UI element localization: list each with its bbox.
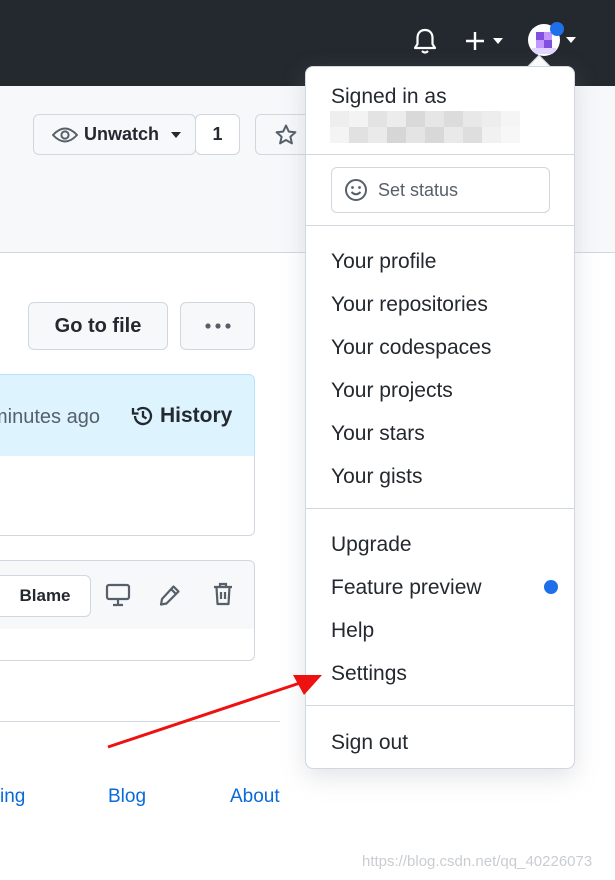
menu-item-repositories[interactable]: Your repositories — [331, 293, 488, 317]
latest-commit-bar: minutes ago History — [0, 374, 255, 457]
trash-icon[interactable] — [211, 581, 235, 607]
kebab-horizontal-icon — [204, 323, 231, 329]
go-to-file-label: Go to file — [54, 314, 142, 337]
feature-preview-indicator — [544, 580, 558, 594]
menu-item-sign-out[interactable]: Sign out — [331, 731, 408, 755]
menu-divider — [306, 154, 574, 155]
star-icon — [275, 124, 297, 144]
footer-link-about[interactable]: About — [230, 786, 280, 808]
menu-item-help[interactable]: Help — [331, 619, 374, 643]
menu-divider — [306, 508, 574, 509]
user-dropdown-menu: Signed in as Set status Your profile You… — [305, 66, 575, 769]
menu-item-profile[interactable]: Your profile — [331, 250, 436, 274]
history-label: History — [160, 404, 233, 427]
history-link[interactable]: History — [130, 403, 232, 429]
commit-details — [0, 456, 255, 536]
smiley-icon — [345, 179, 367, 201]
unwatch-button[interactable]: Unwatch — [33, 114, 196, 155]
footer-link-blog[interactable]: Blog — [108, 786, 146, 808]
eye-icon — [52, 127, 78, 142]
pencil-icon[interactable] — [158, 583, 182, 607]
history-icon — [131, 406, 153, 426]
footer-link-partial[interactable]: ing — [0, 786, 25, 808]
menu-item-stars[interactable]: Your stars — [331, 422, 425, 446]
watermark: https://blog.csdn.net/qq_40226073 — [362, 853, 593, 870]
bell-icon — [413, 28, 437, 54]
set-status-button[interactable]: Set status — [331, 167, 550, 213]
blame-label: Blame — [19, 586, 71, 605]
menu-item-settings[interactable]: Settings — [331, 662, 407, 686]
unwatch-label: Unwatch — [84, 124, 160, 144]
desktop-icon[interactable] — [105, 583, 131, 607]
chevron-down-icon — [171, 131, 182, 138]
chevron-down-icon — [493, 38, 503, 44]
blame-button[interactable]: Blame — [0, 575, 91, 617]
annotation-arrow — [107, 675, 322, 749]
menu-divider — [306, 705, 574, 706]
notifications-button[interactable] — [410, 26, 440, 56]
menu-item-feature-preview[interactable]: Feature preview — [331, 576, 482, 600]
menu-divider — [306, 225, 574, 226]
plus-icon — [466, 32, 484, 50]
watchers-count-value: 1 — [212, 124, 223, 144]
go-to-file-button[interactable]: Go to file — [28, 302, 168, 350]
redacted-username — [330, 101, 520, 149]
commit-time: minutes ago — [0, 406, 100, 428]
menu-item-projects[interactable]: Your projects — [331, 379, 453, 403]
watchers-count[interactable]: 1 — [195, 114, 240, 155]
menu-item-gists[interactable]: Your gists — [331, 465, 422, 489]
menu-item-upgrade[interactable]: Upgrade — [331, 533, 412, 557]
chevron-down-icon — [566, 37, 576, 43]
user-menu-button[interactable] — [524, 22, 580, 58]
file-header-bar: Blame — [0, 560, 255, 630]
create-new-button[interactable] — [460, 26, 506, 56]
avatar-badge — [550, 22, 564, 36]
set-status-label: Set status — [378, 179, 459, 200]
more-options-button[interactable] — [180, 302, 255, 350]
menu-item-codespaces[interactable]: Your codespaces — [331, 336, 491, 360]
file-content — [0, 629, 255, 661]
